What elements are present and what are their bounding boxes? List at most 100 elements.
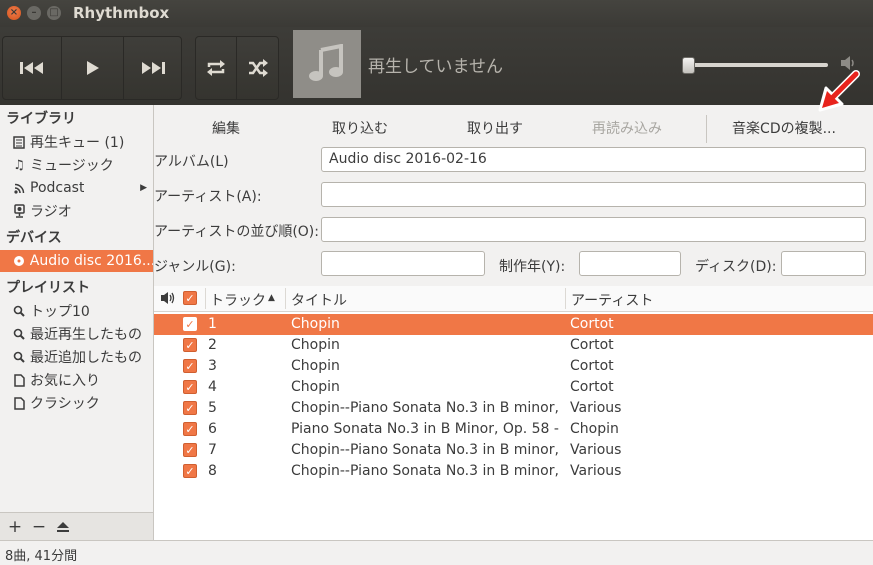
year-field[interactable] [579, 251, 681, 276]
annotation-arrow-icon [818, 68, 862, 116]
sidebar-item-label: Podcast [30, 180, 85, 196]
track-artist: Various [570, 463, 622, 479]
copy-cd-button[interactable]: 音楽CDの複製... [719, 115, 849, 143]
table-row[interactable]: ✓ 4 Chopin Cortot [154, 377, 873, 398]
shuffle-button[interactable] [237, 37, 278, 99]
track-artist: Cortot [570, 379, 614, 395]
track-number: 3 [208, 358, 217, 374]
mode-controls [195, 36, 279, 100]
rss-icon [12, 183, 26, 194]
play-button[interactable] [62, 37, 125, 99]
import-button[interactable]: 取り込む [310, 115, 410, 143]
track-artist: Cortot [570, 358, 614, 374]
album-field[interactable]: Audio disc 2016-02-16 [321, 147, 866, 172]
track-checkbox[interactable]: ✓ [183, 464, 197, 478]
now-playing-text: 再生していません [368, 57, 503, 77]
column-header-track[interactable]: トラック [210, 290, 266, 310]
volume-slider[interactable] [682, 63, 828, 67]
edit-button[interactable]: 編集 [176, 115, 276, 143]
sidebar-item-top10[interactable]: トップ10 [0, 300, 153, 322]
sidebar-item-favorites[interactable]: お気に入り [0, 369, 153, 391]
playback-controls [2, 36, 182, 100]
search-icon [12, 328, 26, 340]
track-list: ✓ トラック ▲ タイトル アーティスト ✓ 1 Chopin Cortot ✓… [154, 286, 873, 540]
eject-icon [57, 522, 69, 532]
sidebar-item-label: ラジオ [30, 204, 72, 220]
maximize-icon: □ [49, 7, 59, 18]
genre-label: ジャンル(G): [154, 259, 236, 275]
table-row[interactable]: ✓ 3 Chopin Cortot [154, 356, 873, 377]
track-checkbox[interactable]: ✓ [183, 422, 197, 436]
select-all-checkbox[interactable]: ✓ [183, 291, 197, 305]
remove-button[interactable]: − [29, 517, 49, 537]
disc-field[interactable] [781, 251, 866, 276]
track-artist: Various [570, 400, 622, 416]
repeat-icon [207, 60, 225, 76]
speaker-icon [160, 291, 176, 309]
eject-disc-button[interactable]: 取り出す [445, 115, 545, 143]
minimize-icon: – [31, 7, 37, 18]
artist-field[interactable] [321, 182, 866, 207]
queue-icon [12, 135, 26, 149]
plus-icon: + [7, 517, 23, 537]
table-row[interactable]: ✓ 1 Chopin Cortot [154, 314, 873, 335]
sidebar-item-recently-added[interactable]: 最近追加したもの [0, 346, 153, 368]
table-row[interactable]: ✓ 7 Chopin--Piano Sonata No.3 in B minor… [154, 440, 873, 461]
sidebar-item-label: クラシック [30, 396, 100, 412]
sidebar-item-label: ミュージック [30, 158, 114, 174]
sidebar-item-label: トップ10 [30, 304, 90, 320]
volume-slider-knob[interactable] [682, 57, 695, 74]
track-title: Chopin--Piano Sonata No.3 in B minor, ..… [291, 463, 563, 479]
sidebar-item-label: お気に入り [30, 373, 100, 389]
track-checkbox[interactable]: ✓ [183, 317, 197, 331]
table-row[interactable]: ✓ 8 Chopin--Piano Sonata No.3 in B minor… [154, 461, 873, 482]
repeat-button[interactable] [196, 37, 237, 99]
album-label: アルバム(L) [154, 154, 229, 170]
disc-label: ディスク(D): [695, 259, 777, 275]
track-artist: Cortot [570, 316, 614, 332]
sidebar-item-podcast[interactable]: Podcast ▶ [0, 177, 153, 199]
column-header-artist[interactable]: アーティスト [571, 290, 653, 310]
window-maximize-button[interactable]: □ [47, 6, 61, 20]
track-list-header: ✓ トラック ▲ タイトル アーティスト [154, 286, 873, 312]
next-icon [141, 62, 165, 74]
track-number: 7 [208, 442, 217, 458]
sidebar-item-play-queue[interactable]: 再生キュー (1) [0, 131, 153, 153]
play-icon [86, 61, 99, 75]
artist-label: アーティスト(A): [154, 189, 262, 205]
sort-ascending-icon[interactable]: ▲ [268, 293, 275, 303]
table-row[interactable]: ✓ 2 Chopin Cortot [154, 335, 873, 356]
close-icon: × [9, 7, 19, 18]
sidebar-item-radio[interactable]: ラジオ [0, 200, 153, 222]
table-row[interactable]: ✓ 6 Piano Sonata No.3 in B Minor, Op. 58… [154, 419, 873, 440]
track-checkbox[interactable]: ✓ [183, 359, 197, 373]
window-close-button[interactable]: × [7, 6, 21, 20]
eject-button[interactable] [53, 517, 73, 537]
music-note-icon: ♫ [13, 157, 25, 173]
document-icon [12, 396, 26, 410]
artist-sort-field[interactable] [321, 217, 866, 242]
track-number: 6 [208, 421, 217, 437]
sidebar-item-audio-disc[interactable]: Audio disc 2016... [0, 250, 153, 272]
window-minimize-button[interactable]: – [27, 6, 41, 20]
track-checkbox[interactable]: ✓ [183, 443, 197, 457]
sidebar-item-classic[interactable]: クラシック [0, 392, 153, 414]
shuffle-icon [248, 59, 268, 77]
add-playlist-button[interactable]: + [5, 517, 25, 537]
library-heading: ライブラリ [6, 111, 76, 127]
reload-button[interactable]: 再読み込み [572, 115, 682, 143]
table-row[interactable]: ✓ 5 Chopin--Piano Sonata No.3 in B minor… [154, 398, 873, 419]
sidebar: ライブラリ 再生キュー (1) ♫ ミュージック Podcast ▶ ラジオ デ… [0, 105, 154, 540]
genre-field[interactable] [321, 251, 485, 276]
previous-button[interactable] [3, 37, 62, 99]
track-checkbox[interactable]: ✓ [183, 338, 197, 352]
sidebar-item-music[interactable]: ♫ ミュージック [0, 154, 153, 176]
track-checkbox[interactable]: ✓ [183, 380, 197, 394]
sidebar-item-recently-played[interactable]: 最近再生したもの [0, 323, 153, 345]
track-number: 8 [208, 463, 217, 479]
next-button[interactable] [124, 37, 181, 99]
sidebar-bottom-toolbar: + − [0, 512, 153, 541]
track-checkbox[interactable]: ✓ [183, 401, 197, 415]
expand-arrow-icon[interactable]: ▶ [140, 183, 147, 193]
column-header-title[interactable]: タイトル [291, 290, 347, 310]
